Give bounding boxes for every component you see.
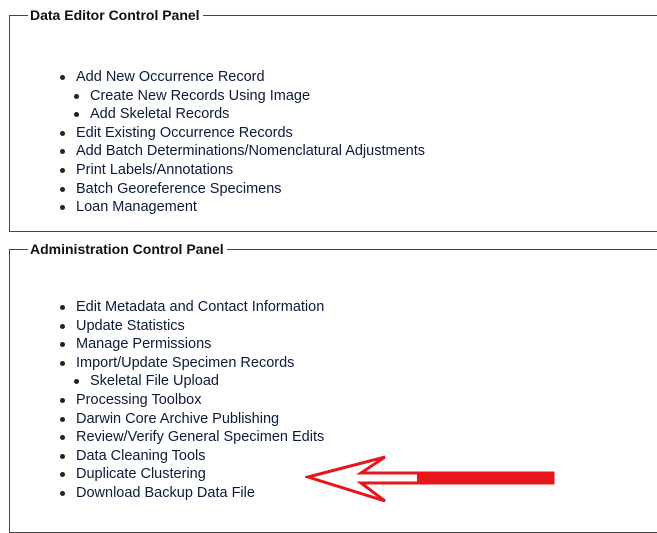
manage-permissions-link[interactable]: Manage Permissions	[76, 336, 211, 352]
print-labels-link[interactable]: Print Labels/Annotations	[76, 162, 233, 178]
create-new-records-image-link[interactable]: Create New Records Using Image	[90, 88, 310, 104]
list-item: Darwin Core Archive Publishing	[59, 410, 324, 429]
data-editor-panel-title: Data Editor Control Panel	[30, 7, 200, 23]
list-item: Edit Existing Occurrence Records	[60, 124, 425, 143]
batch-georeference-link[interactable]: Batch Georeference Specimens	[76, 181, 282, 197]
list-item: Skeletal File Upload	[73, 372, 324, 391]
list-item: Add Skeletal Records	[74, 105, 425, 124]
list-item: Processing Toolbox	[59, 391, 324, 410]
edit-metadata-link[interactable]: Edit Metadata and Contact Information	[76, 299, 324, 315]
list-item: Duplicate Clustering	[59, 465, 324, 484]
duplicate-clustering-link[interactable]: Duplicate Clustering	[76, 466, 206, 482]
add-batch-determinations-link[interactable]: Add Batch Determinations/Nomenclatural A…	[76, 143, 425, 159]
update-statistics-link[interactable]: Update Statistics	[76, 318, 185, 334]
list-item: Loan Management	[60, 198, 425, 217]
processing-toolbox-link[interactable]: Processing Toolbox	[76, 392, 201, 408]
skeletal-file-upload-link[interactable]: Skeletal File Upload	[90, 373, 219, 389]
list-item: Add New Occurrence Record Create New Rec…	[60, 68, 425, 124]
list-item: Data Cleaning Tools	[59, 447, 324, 466]
list-item: Manage Permissions	[59, 335, 324, 354]
list-item: Batch Georeference Specimens	[60, 180, 425, 199]
edit-existing-records-link[interactable]: Edit Existing Occurrence Records	[76, 125, 293, 141]
list-item: Edit Metadata and Contact Information	[59, 298, 324, 317]
list-item: Download Backup Data File	[59, 484, 324, 503]
add-new-occurrence-link[interactable]: Add New Occurrence Record	[76, 69, 265, 85]
data-editor-menu: Add New Occurrence Record Create New Rec…	[60, 68, 425, 217]
data-editor-control-panel: Data Editor Control Panel Add New Occurr…	[9, 7, 657, 232]
list-item: Import/Update Specimen Records Skeletal …	[59, 354, 324, 391]
darwin-core-archive-link[interactable]: Darwin Core Archive Publishing	[76, 411, 279, 427]
import-update-records-link[interactable]: Import/Update Specimen Records	[76, 355, 294, 371]
list-item: Print Labels/Annotations	[60, 161, 425, 180]
list-item: Update Statistics	[59, 317, 324, 336]
administration-panel-title: Administration Control Panel	[30, 241, 224, 257]
list-item: Create New Records Using Image	[74, 87, 425, 106]
list-item: Review/Verify General Specimen Edits	[59, 428, 324, 447]
download-backup-data-link[interactable]: Download Backup Data File	[76, 485, 255, 501]
add-skeletal-records-link[interactable]: Add Skeletal Records	[90, 106, 229, 122]
loan-management-link[interactable]: Loan Management	[76, 199, 197, 215]
review-verify-edits-link[interactable]: Review/Verify General Specimen Edits	[76, 429, 324, 445]
red-arrow-annotation-icon	[305, 455, 555, 503]
administration-menu: Edit Metadata and Contact Information Up…	[59, 298, 324, 503]
data-cleaning-tools-link[interactable]: Data Cleaning Tools	[76, 448, 206, 464]
add-new-occurrence-submenu: Create New Records Using Image Add Skele…	[74, 87, 425, 124]
list-item: Add Batch Determinations/Nomenclatural A…	[60, 142, 425, 161]
import-update-submenu: Skeletal File Upload	[73, 372, 324, 391]
